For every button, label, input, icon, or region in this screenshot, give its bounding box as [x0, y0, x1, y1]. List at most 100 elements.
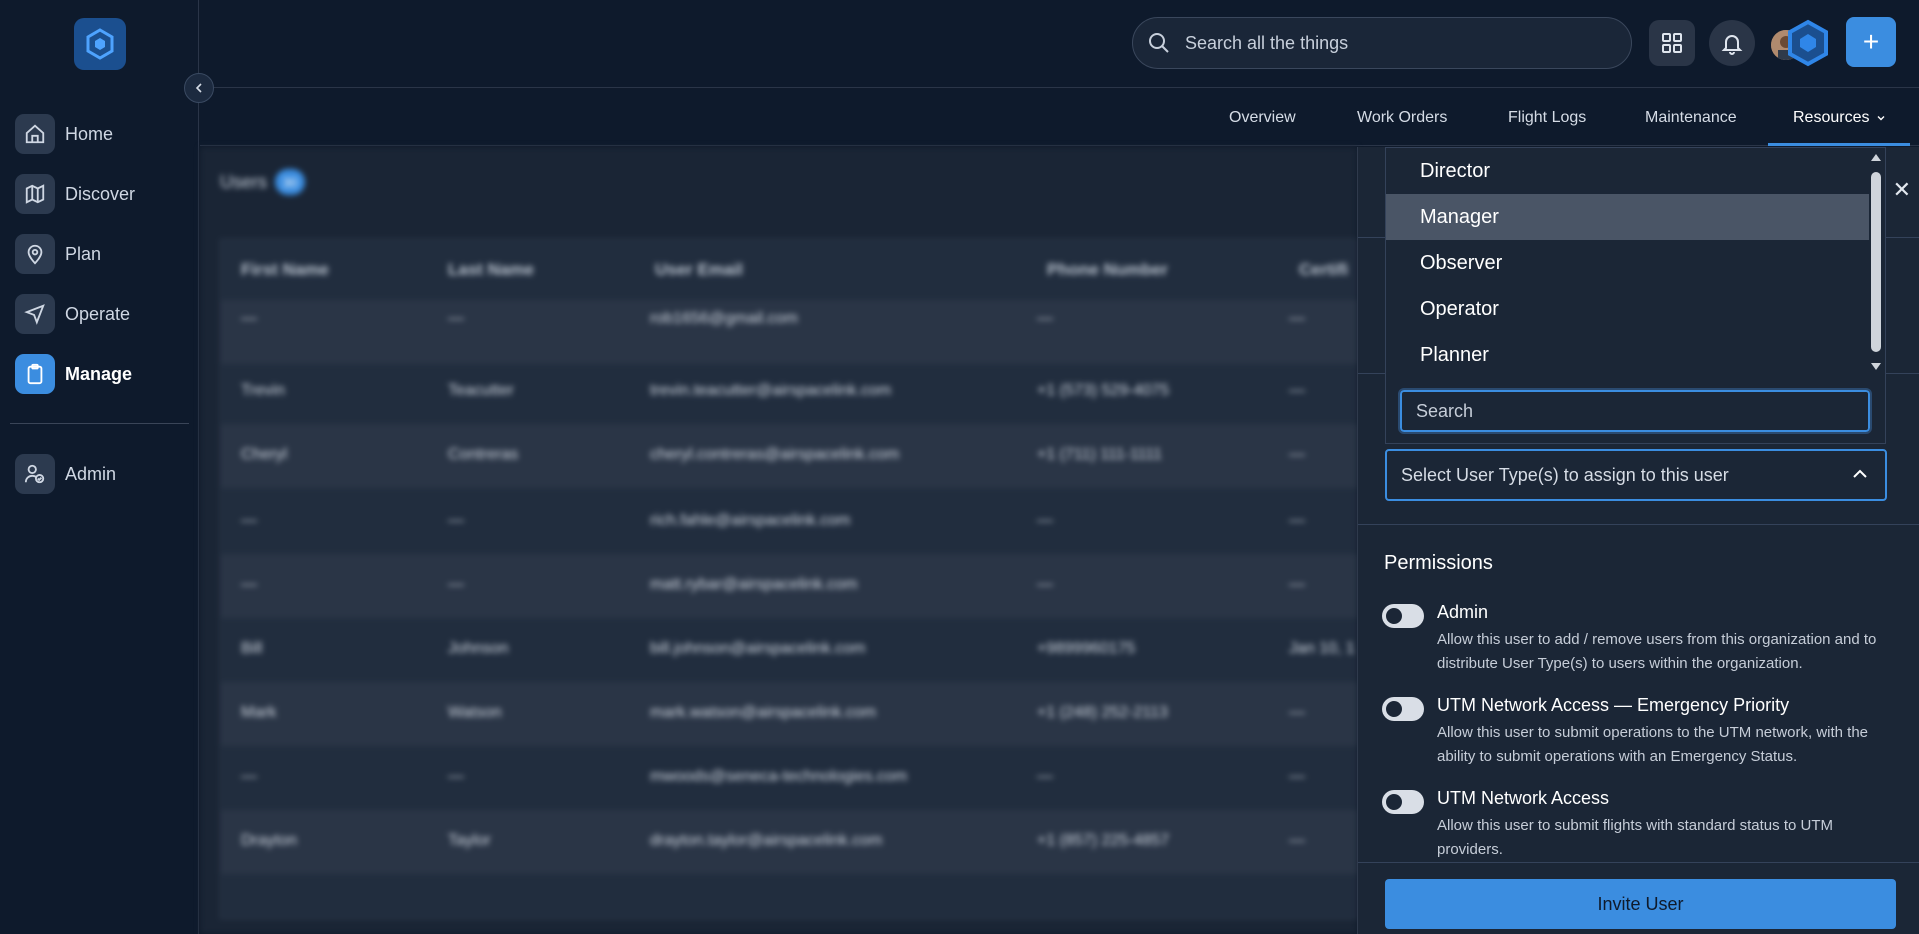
table-row[interactable]: Mark Watson mark.watson@airspacelink.com…	[221, 682, 1358, 746]
dropdown-scrollbar[interactable]	[1867, 148, 1885, 378]
apps-grid-button[interactable]	[1649, 20, 1695, 66]
bell-icon	[1721, 35, 1743, 55]
users-count-badge: 30	[275, 169, 306, 195]
invite-user-button[interactable]: Invite User	[1385, 879, 1896, 929]
table-cell: —	[241, 768, 257, 785]
chevron-left-icon	[195, 83, 202, 93]
app-logo-icon[interactable]	[74, 18, 126, 70]
dropdown-option[interactable]: Operator	[1386, 286, 1869, 332]
dropdown-option[interactable]: Observer	[1386, 240, 1869, 286]
table-row[interactable]: Bill Johnson bill.johnson@airspacelink.c…	[221, 618, 1358, 682]
grid-icon	[1662, 33, 1682, 53]
column-header[interactable]: User Email	[655, 260, 743, 280]
table-cell: Taylor	[448, 832, 491, 849]
user-type-select-placeholder: Select User Type(s) to assign to this us…	[1401, 464, 1729, 485]
utm-emergency-toggle[interactable]	[1382, 697, 1424, 721]
sidebar-collapse-button[interactable]	[184, 73, 214, 103]
tab-resources[interactable]: Resources	[1793, 89, 1887, 146]
table-cell: —	[1289, 310, 1305, 327]
table-cell: —	[448, 512, 464, 529]
sidebar-item-label: Home	[65, 123, 114, 144]
table-cell: —	[448, 768, 464, 785]
table-cell: Drayton	[241, 832, 298, 849]
table-cell: +9899960175	[1037, 640, 1136, 657]
table-cell: Johnson	[448, 640, 509, 657]
table-cell: —	[1037, 768, 1053, 785]
users-content: Users 30 First Name Last Name User Email…	[200, 147, 1358, 934]
table-cell: Bill	[241, 640, 263, 657]
divider	[1358, 862, 1919, 863]
table-row[interactable]: — — rob1656@gmail.com — —	[221, 300, 1358, 364]
table-cell: —	[1289, 704, 1305, 721]
dropdown-option[interactable]: Planner	[1386, 332, 1869, 378]
sidebar-item-admin[interactable]: Admin	[15, 454, 185, 494]
dropdown-search-input[interactable]: Search	[1398, 388, 1872, 434]
tab-flight-logs[interactable]: Flight Logs	[1508, 89, 1586, 146]
table-cell: Contreras	[448, 446, 519, 463]
table-row[interactable]: — — mwoods@seneca-technologies.com — —	[221, 746, 1358, 810]
table-cell: Mark	[241, 704, 277, 721]
table-cell: —	[1289, 512, 1305, 529]
clipboard-icon	[15, 354, 55, 394]
sidebar-item-manage[interactable]: Manage	[15, 354, 185, 394]
sidebar-item-discover[interactable]: Discover	[15, 174, 185, 214]
table-cell: Cheryl	[241, 446, 288, 463]
tab-resources-label: Resources	[1793, 108, 1870, 126]
column-header: Phone Number	[1047, 260, 1168, 279]
map-pin-icon	[15, 234, 55, 274]
table-cell: —	[1289, 382, 1305, 399]
sidebar: Home Discover Plan Operate Manage Admin	[0, 0, 199, 934]
active-tab-indicator	[1768, 143, 1910, 146]
create-button[interactable]: +	[1846, 17, 1896, 67]
utm-access-toggle[interactable]	[1382, 790, 1424, 814]
scrollbar-thumb[interactable]	[1871, 172, 1881, 352]
send-icon	[15, 294, 55, 334]
table-cell: bill.johnson@airspacelink.com	[650, 640, 866, 657]
chevron-up-icon	[1853, 469, 1867, 478]
table-row[interactable]: — — rich.fahle@airspacelink.com — —	[221, 490, 1358, 554]
table-row[interactable]: Drayton Taylor drayton.taylor@airspaceli…	[221, 810, 1358, 874]
permissions-title: Permissions	[1384, 552, 1493, 574]
column-header: Certifi	[1299, 260, 1349, 279]
table-cell: —	[241, 512, 257, 529]
table-cell: —	[448, 576, 464, 593]
tab-overview[interactable]: Overview	[1229, 89, 1296, 146]
scroll-up-icon	[1871, 154, 1881, 161]
table-row[interactable]: Trevin Teacutter trevin.teacutter@airspa…	[221, 360, 1358, 424]
table-cell: Jan 10, 1	[1289, 640, 1355, 657]
table-cell: —	[448, 310, 464, 327]
sidebar-item-label: Operate	[65, 303, 131, 324]
permission-name: UTM Network Access — Emergency Priority	[1437, 695, 1790, 715]
sidebar-item-label: Discover	[65, 183, 136, 204]
notifications-button[interactable]	[1709, 20, 1755, 66]
scroll-down-icon	[1871, 363, 1881, 370]
tab-maintenance[interactable]: Maintenance	[1645, 89, 1737, 146]
plus-icon: +	[1862, 26, 1880, 57]
table-cell: Teacutter	[448, 382, 514, 399]
sidebar-item-label: Manage	[65, 363, 133, 384]
dropdown-option[interactable]: Manager	[1386, 194, 1869, 240]
column-header[interactable]: Last Name	[448, 260, 534, 280]
sidebar-item-operate[interactable]: Operate	[15, 294, 185, 334]
close-icon[interactable]: ✕	[1893, 177, 1911, 203]
table-cell: drayton.taylor@airspacelink.com	[650, 832, 883, 849]
table-cell: +1 (573) 529-4075	[1037, 382, 1170, 399]
table-row[interactable]: — — matt.rybar@airspacelink.com — —	[221, 554, 1358, 618]
table-cell: rich.fahle@airspacelink.com	[650, 512, 851, 529]
org-hexagon-icon[interactable]	[1783, 18, 1833, 68]
table-row[interactable]: Cheryl Contreras cheryl.contreras@airspa…	[221, 424, 1358, 488]
column-header[interactable]: First Name	[241, 260, 329, 280]
dropdown-search-placeholder: Search	[1416, 400, 1474, 421]
sidebar-item-home[interactable]: Home	[15, 114, 185, 154]
user-type-select[interactable]: Select User Type(s) to assign to this us…	[1385, 449, 1887, 501]
users-table: First Name Last Name User Email Phone Nu…	[220, 239, 1358, 919]
global-search-input[interactable]: Search all the things	[1132, 17, 1632, 69]
users-title: Users	[220, 171, 268, 192]
map-icon	[15, 174, 55, 214]
admin-toggle[interactable]	[1382, 604, 1424, 628]
tab-work-orders[interactable]: Work Orders	[1357, 89, 1447, 146]
dropdown-option[interactable]: Director	[1386, 148, 1869, 194]
search-placeholder: Search all the things	[1185, 32, 1349, 53]
sidebar-item-plan[interactable]: Plan	[15, 234, 185, 274]
user-check-icon	[15, 454, 55, 494]
